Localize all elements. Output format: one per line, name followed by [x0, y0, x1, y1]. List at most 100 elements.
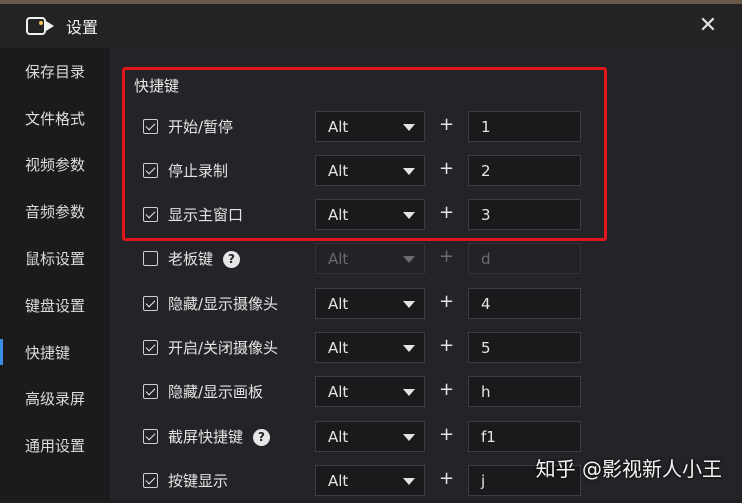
sidebar-item-label: 文件格式	[25, 109, 86, 128]
plus-sign: +	[439, 246, 455, 267]
modifier-value: Alt	[328, 383, 349, 401]
key-value: h	[481, 383, 491, 401]
chevron-down-icon	[403, 256, 415, 263]
sidebar-item-label: 通用设置	[25, 437, 86, 456]
modifier-value: Alt	[328, 162, 349, 180]
modifier-select[interactable]: Alt	[315, 376, 425, 407]
settings-panel: 快捷键 开始/暂停 Alt +1 停止录制 Alt +2 显示主窗口 Alt +3 老板键? Alt…	[110, 48, 742, 500]
plus-sign: +	[439, 202, 455, 223]
modifier-value: Alt	[328, 472, 349, 490]
shortcut-checkbox[interactable]	[143, 473, 158, 488]
key-input[interactable]: 4	[468, 288, 581, 319]
shortcut-checkbox[interactable]	[143, 119, 158, 134]
modifier-value: Alt	[328, 339, 349, 357]
modifier-select[interactable]: Alt	[315, 243, 425, 274]
sidebar: 保存目录文件格式视频参数 音频参数鼠标设置键盘设置快捷键高级录屏通用设置	[0, 48, 110, 500]
shortcut-label-text: 显示主窗口	[168, 206, 244, 224]
shortcut-label: 显示主窗口	[168, 204, 243, 225]
sidebar-item-label: 键盘设置	[25, 296, 86, 315]
shortcut-label: 截屏快捷键?	[168, 426, 271, 447]
modifier-select[interactable]: Alt	[315, 332, 425, 363]
shortcut-checkbox[interactable]	[143, 296, 158, 311]
modifier-select[interactable]: Alt	[315, 288, 425, 319]
sidebar-item[interactable]: 音频参数	[0, 188, 110, 235]
modifier-value: Alt	[328, 206, 349, 224]
chevron-down-icon	[403, 345, 415, 352]
sidebar-item-label: 高级录屏	[25, 390, 86, 409]
modifier-select[interactable]: Alt	[315, 155, 425, 186]
modifier-value: Alt	[328, 118, 349, 136]
shortcut-checkbox[interactable]	[143, 340, 158, 355]
sidebar-item-label: 快捷键	[25, 343, 71, 362]
sidebar-item[interactable]: 键盘设置	[0, 282, 110, 329]
close-button[interactable]: ✕	[696, 14, 720, 38]
window-title: 设置	[66, 18, 99, 37]
chevron-down-icon	[403, 212, 415, 219]
shortcut-row: 隐藏/显示画板 Alt + h	[110, 370, 742, 414]
chevron-down-icon	[403, 168, 415, 175]
plus-sign: +	[439, 468, 455, 489]
sidebar-item[interactable]: 高级录屏	[0, 376, 110, 423]
shortcut-row: 隐藏/显示摄像头 Alt +4	[110, 282, 742, 326]
sidebar-item[interactable]: 通用设置	[0, 422, 110, 469]
shortcut-label: 按键显示	[168, 470, 228, 491]
shortcut-checkbox[interactable]	[143, 207, 158, 222]
shortcut-label: 开始/暂停	[168, 116, 233, 137]
shortcut-label-text: 开始/暂停	[168, 118, 234, 136]
plus-sign: +	[439, 424, 455, 445]
key-input[interactable]: d	[468, 243, 581, 274]
key-value: d	[481, 250, 491, 268]
key-input[interactable]: 5	[468, 332, 581, 363]
shortcut-checkbox[interactable]	[143, 251, 158, 266]
sidebar-item[interactable]: 文件格式	[0, 95, 110, 142]
watermark: 知乎 @影视新人小王	[535, 457, 722, 481]
modifier-value: Alt	[328, 295, 349, 313]
shortcut-row: 老板键? Alt + d	[110, 237, 742, 281]
modifier-select[interactable]: Alt	[315, 199, 425, 230]
key-input[interactable]: 3	[468, 199, 581, 230]
shortcut-label-text: 按键显示	[168, 472, 229, 490]
shortcut-checkbox[interactable]	[143, 163, 158, 178]
sidebar-item[interactable]: 保存目录	[0, 48, 110, 95]
shortcut-row: 显示主窗口 Alt +3	[110, 193, 742, 237]
modifier-select[interactable]: Alt	[315, 421, 425, 452]
shortcut-checkbox[interactable]	[143, 384, 158, 399]
modifier-select[interactable]: Alt	[315, 111, 425, 142]
sidebar-item-label: 鼠标设置	[25, 250, 86, 269]
help-icon[interactable]: ?	[253, 428, 271, 446]
shortcut-label: 停止录制	[168, 160, 228, 181]
sidebar-item[interactable]: 鼠标设置	[0, 235, 110, 282]
key-value: 2	[481, 162, 491, 180]
camera-icon	[26, 15, 56, 37]
chevron-down-icon	[403, 478, 415, 485]
help-icon[interactable]: ?	[223, 250, 241, 268]
shortcut-label: 老板键?	[168, 248, 241, 269]
shortcut-label: 隐藏/显示摄像头	[168, 293, 278, 314]
shortcut-label: 开启/关闭摄像头	[168, 337, 278, 358]
shortcut-label-text: 老板键	[168, 250, 214, 268]
key-value: f1	[481, 428, 496, 446]
section-title: 快捷键	[134, 77, 180, 95]
modifier-value: Alt	[328, 250, 349, 268]
chevron-down-icon	[403, 301, 415, 308]
key-input[interactable]: 2	[468, 155, 581, 186]
key-value: 3	[481, 206, 491, 224]
chevron-down-icon	[403, 434, 415, 441]
shortcut-label-text: 停止录制	[168, 162, 229, 180]
shortcut-label-text: 开启/关闭摄像头	[168, 339, 279, 357]
shortcut-row: 开启/关闭摄像头 Alt +5	[110, 326, 742, 370]
key-value: 1	[481, 118, 491, 136]
shortcut-label: 隐藏/显示画板	[168, 381, 263, 402]
key-input[interactable]: 1	[468, 111, 581, 142]
key-input[interactable]: h	[468, 376, 581, 407]
sidebar-item[interactable]: 快捷键	[0, 329, 110, 376]
close-icon: ✕	[698, 13, 718, 38]
modifier-select[interactable]: Alt	[315, 465, 425, 496]
sidebar-item[interactable]: 视频参数	[0, 142, 110, 189]
key-input[interactable]: f1	[468, 421, 581, 452]
chevron-down-icon	[403, 124, 415, 131]
shortcut-checkbox[interactable]	[143, 429, 158, 444]
shortcut-row: 开始/暂停 Alt +1	[110, 105, 742, 149]
title-bar: 设置 ✕	[0, 4, 742, 48]
modifier-value: Alt	[328, 428, 349, 446]
